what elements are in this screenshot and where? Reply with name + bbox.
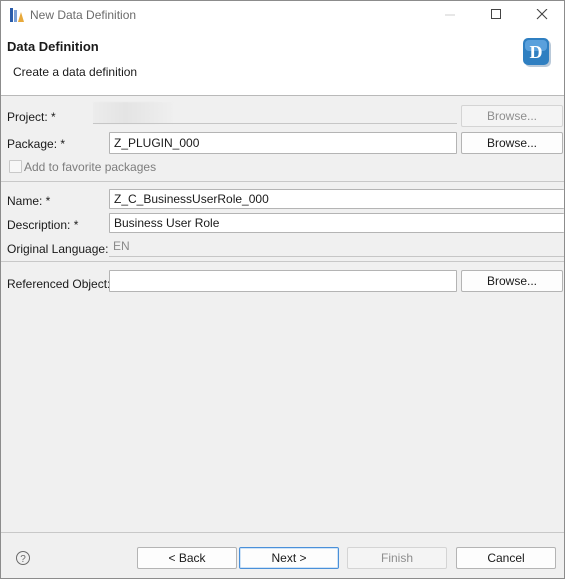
package-input[interactable]: Z_PLUGIN_000 [109,132,457,154]
original-language-label: Original Language: [7,242,109,256]
package-browse-button[interactable]: Browse... [461,132,563,154]
question-circle-icon[interactable]: ? [15,550,31,566]
data-definition-icon: D [523,38,551,67]
referenced-object-input[interactable] [109,270,457,292]
back-button[interactable]: < Back [137,547,237,569]
new-data-definition-dialog: New Data Definition Data Definition Crea… [0,0,565,579]
referenced-object-browse-button[interactable]: Browse... [461,270,563,292]
svg-text:?: ? [20,554,26,565]
window-title: New Data Definition [30,8,137,22]
data-definition-icon-letter: D [530,42,543,62]
minimize-button[interactable] [427,1,473,29]
separator [1,181,564,182]
maximize-button[interactable] [473,1,519,29]
minimize-icon [445,14,455,16]
next-button[interactable]: Next > [239,547,339,569]
description-input[interactable]: Business User Role [109,213,564,233]
eclipse-app-icon [10,8,24,22]
project-underline [93,104,457,124]
description-label: Description: * [7,218,79,232]
wizard-banner: Data Definition Create a data definition… [1,29,564,96]
separator [1,261,564,262]
referenced-object-label: Referenced Object: [7,277,111,291]
maximize-icon [491,9,501,19]
close-button[interactable] [519,1,564,29]
original-language-value: EN [109,237,564,257]
name-label: Name: * [7,194,51,208]
banner-message: Create a data definition [13,65,138,79]
project-browse-button[interactable]: Browse... [461,105,563,127]
cancel-button[interactable]: Cancel [456,547,556,569]
footer-separator [1,532,564,533]
package-label: Package: * [7,137,66,151]
finish-button[interactable]: Finish [347,547,447,569]
name-input[interactable]: Z_C_BusinessUserRole_000 [109,189,564,209]
close-icon [536,9,548,20]
favorite-checkbox[interactable] [9,160,22,173]
banner-title: Data Definition [7,39,99,54]
favorite-label: Add to favorite packages [24,160,157,174]
project-label: Project: * [7,110,56,124]
title-bar: New Data Definition [1,1,564,29]
